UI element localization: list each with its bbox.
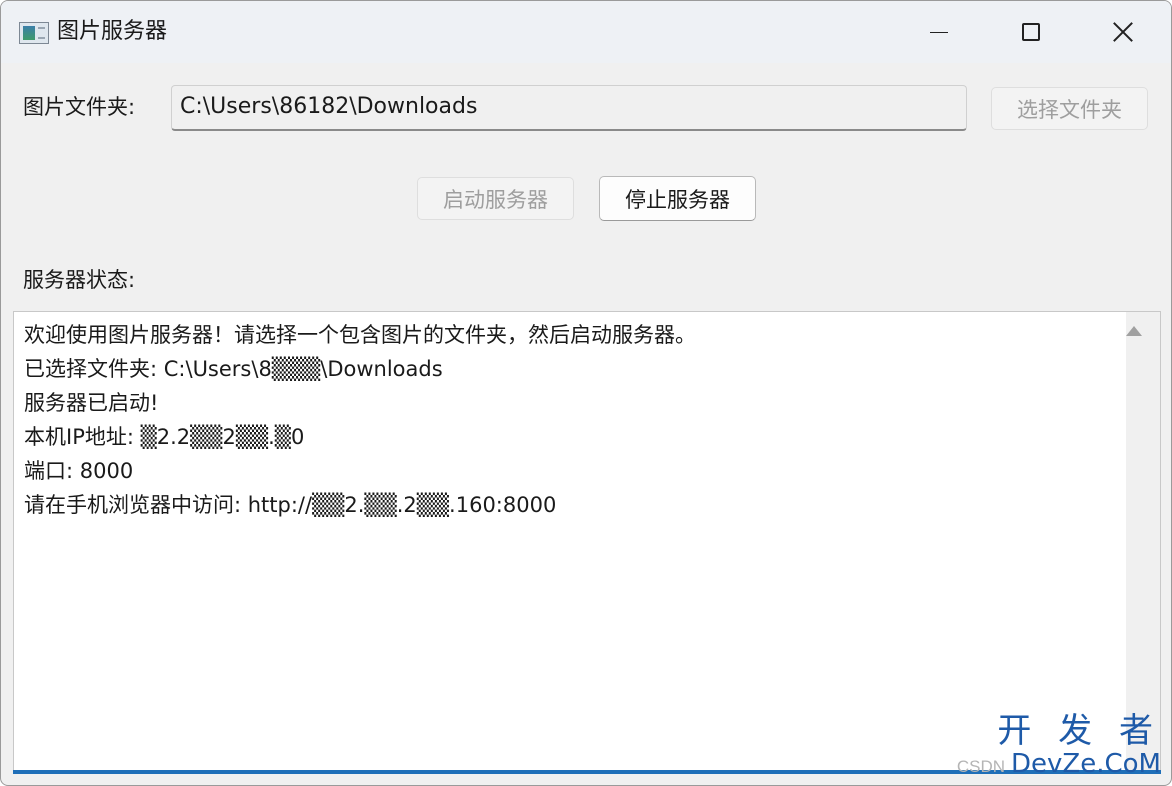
app-icon: [19, 22, 49, 44]
vertical-scrollbar[interactable]: [1126, 312, 1160, 772]
log-line: 已选择文件夹: C:\Users\8▒▒▒\Downloads: [24, 357, 443, 381]
folder-label: 图片文件夹:: [23, 95, 136, 119]
choose-folder-button[interactable]: 选择文件夹: [991, 87, 1148, 130]
window-title: 图片服务器: [57, 19, 168, 44]
maximize-button[interactable]: [985, 1, 1077, 63]
app-window: 图片服务器 图片文件夹: C:\Users\86182\Downloads 选择…: [0, 0, 1172, 786]
log-line: 端口: 8000: [24, 459, 134, 483]
minimize-button[interactable]: [893, 1, 985, 63]
close-button[interactable]: [1077, 1, 1169, 63]
close-icon: [1112, 21, 1134, 43]
status-label: 服务器状态:: [23, 268, 136, 292]
log-line: 本机IP地址: ▒2.2▒▒2▒▒.▒0: [24, 425, 305, 449]
folder-path-field[interactable]: C:\Users\86182\Downloads: [171, 85, 967, 131]
maximize-icon: [1022, 23, 1040, 41]
status-log-area[interactable]: 欢迎使用图片服务器！请选择一个包含图片的文件夹，然后启动服务器。 已选择文件夹:…: [13, 311, 1161, 773]
start-server-button[interactable]: 启动服务器: [417, 177, 574, 220]
log-line: 欢迎使用图片服务器！请选择一个包含图片的文件夹，然后启动服务器。: [24, 323, 696, 347]
lines-glyph: [38, 27, 45, 39]
log-line: 请在手机浏览器中访问: http://▒▒2.▒▒.2▒▒.160:8000: [24, 493, 557, 517]
log-line: 服务器已启动!: [24, 391, 159, 415]
title-bar[interactable]: 图片服务器: [1, 1, 1171, 63]
minimize-icon: [930, 31, 948, 33]
log-lines: 欢迎使用图片服务器！请选择一个包含图片的文件夹，然后启动服务器。 已选择文件夹:…: [24, 318, 1124, 522]
stop-server-button[interactable]: 停止服务器: [599, 176, 756, 221]
scroll-up-arrow-icon[interactable]: [1126, 326, 1142, 336]
progress-bar: [13, 770, 1161, 774]
picture-glyph: [23, 26, 35, 40]
